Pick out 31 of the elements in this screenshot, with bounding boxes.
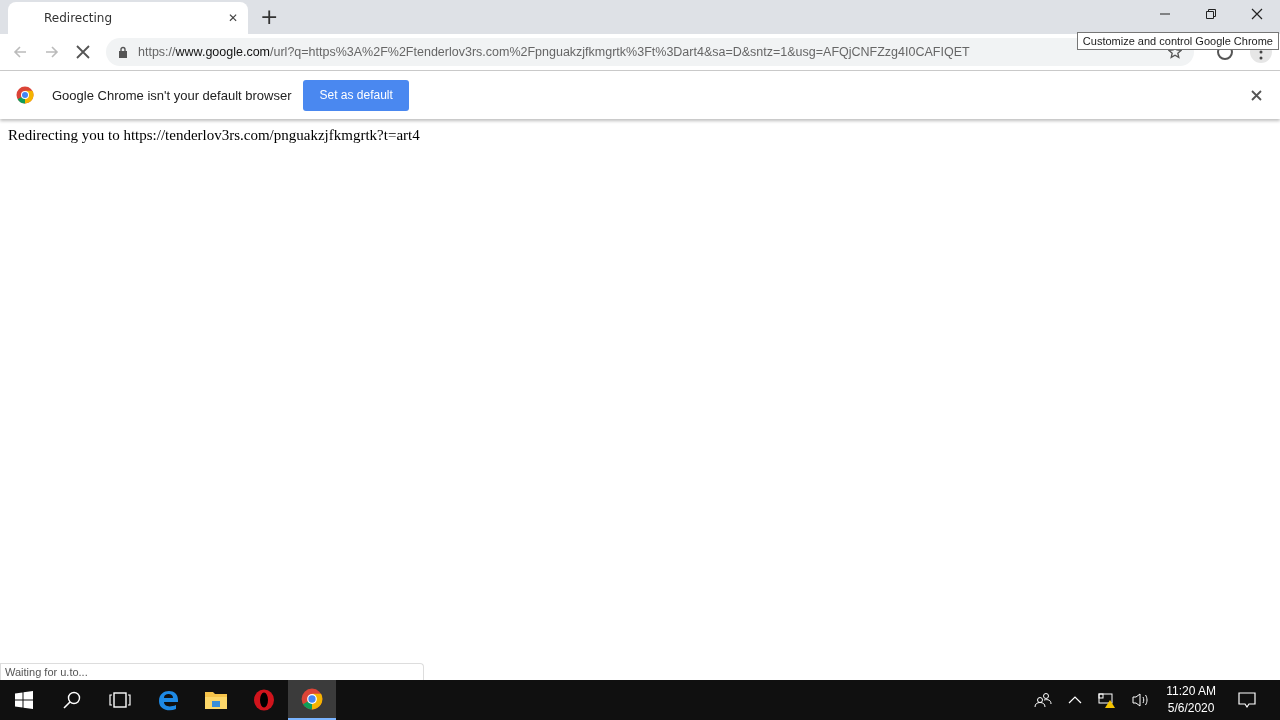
opera-logo-icon <box>253 689 275 711</box>
close-icon[interactable] <box>1251 89 1262 101</box>
taskbar-app[interactable] <box>288 680 336 720</box>
people-icon[interactable] <box>1034 692 1053 708</box>
tab-title: Redirecting <box>44 11 114 25</box>
chevron-up-icon[interactable] <box>1068 696 1083 704</box>
redirect-message: Redirecting you to https://tenderlov3rs.com/pnguakzjfkmgrtk?t=art4 <box>8 127 421 144</box>
windows-logo-icon <box>15 691 33 709</box>
close-icon[interactable] <box>1251 8 1263 20</box>
tab-close-button[interactable]: ✕ <box>227 11 238 25</box>
new-tab-button[interactable]: + <box>260 4 279 30</box>
chrome-logo-icon <box>16 86 34 104</box>
tooltip: Customize and control Google Chrome <box>1076 32 1279 50</box>
date-text: 5/6/2020 <box>1167 700 1215 717</box>
stop-icon[interactable] <box>76 45 90 59</box>
url-text: https://www.google.com/url?q=https%3A%2F%2Ftenderlov3rs.com%2Fpnguakzjfkmgrtk%3Ft%3Dart4&sa=D&sntz=1&usg=AFQjCNFZzg4I0CAFIQET <box>138 45 970 59</box>
time-text: 11:20 AM <box>1166 683 1216 700</box>
speaker-icon[interactable] <box>1132 692 1151 708</box>
browser-tab[interactable]: Redirecting ✕ <box>8 2 248 34</box>
task-view-icon <box>109 692 131 708</box>
chrome-logo-icon <box>301 688 323 710</box>
search-icon <box>63 691 81 709</box>
clock[interactable]: 11:20 AM 5/6/2020 <box>1166 683 1216 717</box>
edge-logo-icon <box>157 689 179 711</box>
network-warning-icon[interactable] <box>1098 692 1117 708</box>
status-bubble: Waiting for u.to... <box>0 663 424 680</box>
notification-icon[interactable] <box>1238 691 1256 709</box>
restore-icon[interactable] <box>1205 8 1217 20</box>
infobar-message: Google Chrome isn't your default browser <box>52 87 292 103</box>
folder-icon <box>204 690 228 710</box>
lock-icon <box>118 46 128 58</box>
